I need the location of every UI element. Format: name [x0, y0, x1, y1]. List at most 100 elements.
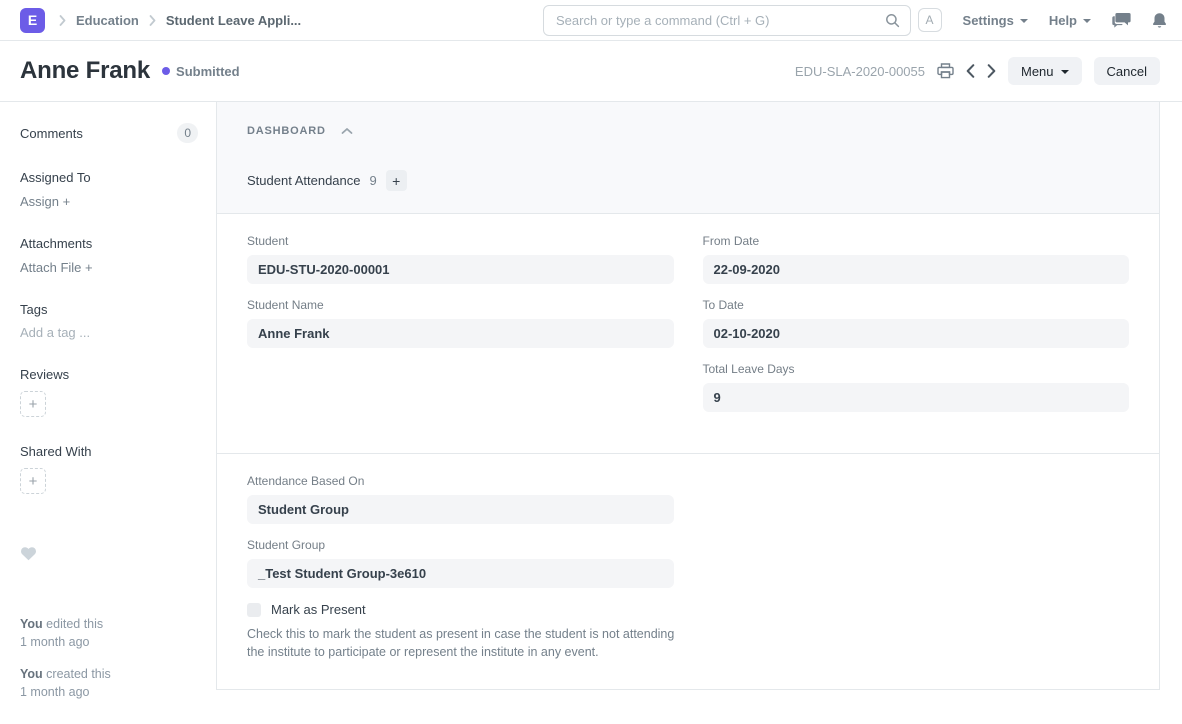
user-avatar[interactable]: A — [918, 8, 942, 32]
settings-dropdown[interactable]: Settings — [963, 13, 1028, 28]
previous-document-icon[interactable] — [966, 64, 975, 78]
app-logo[interactable]: E — [20, 8, 45, 33]
form-layout: Comments 0 Assigned To Assign + Attachme… — [0, 102, 1182, 716]
next-document-icon[interactable] — [987, 64, 996, 78]
chevron-right-icon — [149, 15, 156, 26]
notifications-bell-icon[interactable] — [1152, 12, 1167, 29]
dashboard-toggle[interactable]: DASHBOARD — [247, 125, 1129, 137]
total-leave-days-field: Total Leave Days 9 — [703, 362, 1130, 412]
menu-button[interactable]: Menu — [1008, 57, 1082, 85]
title-area: Anne Frank Submitted — [20, 57, 240, 85]
student-value[interactable]: EDU-STU-2020-00001 — [247, 255, 674, 284]
created-who: You — [20, 667, 43, 681]
status-badge: Submitted — [162, 64, 240, 79]
edited-action: edited this — [43, 617, 103, 631]
created-entry[interactable]: You created this 1 month ago — [20, 666, 198, 701]
created-action: created this — [43, 667, 111, 681]
dashboard-section: DASHBOARD Student Attendance 9 + — [217, 102, 1159, 214]
menu-button-label: Menu — [1021, 64, 1054, 79]
form-body: DASHBOARD Student Attendance 9 + Student… — [216, 102, 1160, 690]
activity-log: You edited this 1 month ago You created … — [20, 616, 198, 701]
student-attendance-link[interactable]: Student Attendance — [247, 173, 360, 188]
status-label: Submitted — [176, 64, 240, 79]
print-icon[interactable] — [937, 63, 954, 79]
page-actions: EDU-SLA-2020-00055 Menu Cancel — [795, 57, 1160, 85]
add-review-button[interactable]: + — [20, 391, 46, 417]
attachments-section: Attachments Attach File + — [20, 236, 198, 275]
cancel-button[interactable]: Cancel — [1094, 57, 1160, 85]
leave-details-section: Student EDU-STU-2020-00001 Student Name … — [217, 214, 1159, 454]
help-dropdown[interactable]: Help — [1049, 13, 1091, 28]
student-group-label: Student Group — [247, 538, 674, 552]
student-group-value[interactable]: _Test Student Group-3e610 — [247, 559, 674, 588]
comments-label: Comments — [20, 126, 83, 141]
share-button[interactable]: + — [20, 468, 46, 494]
student-field: Student EDU-STU-2020-00001 — [247, 234, 674, 284]
comments-count-badge: 0 — [177, 123, 198, 143]
chevron-down-icon — [1083, 19, 1091, 23]
from-date-value[interactable]: 22-09-2020 — [703, 255, 1130, 284]
tags-label: Tags — [20, 302, 198, 317]
page-title: Anne Frank — [20, 57, 150, 85]
mark-as-present-label: Mark as Present — [271, 602, 366, 617]
status-dot — [162, 67, 170, 75]
to-date-value[interactable]: 02-10-2020 — [703, 319, 1130, 348]
navbar-actions: A Settings Help — [918, 8, 1167, 32]
edited-entry[interactable]: You edited this 1 month ago — [20, 616, 198, 651]
assigned-to-section: Assigned To Assign + — [20, 170, 198, 209]
attach-file-button[interactable]: Attach File + — [20, 260, 198, 275]
document-id: EDU-SLA-2020-00055 — [795, 64, 925, 79]
from-date-field: From Date 22-09-2020 — [703, 234, 1130, 284]
add-tag-input[interactable]: Add a tag ... — [20, 325, 198, 340]
global-search — [543, 5, 911, 36]
page-head: Anne Frank Submitted EDU-SLA-2020-00055 … — [0, 41, 1182, 102]
attendance-column: Attendance Based On Student Group Studen… — [247, 474, 674, 662]
settings-label: Settings — [963, 13, 1014, 28]
add-student-attendance-button[interactable]: + — [386, 170, 407, 191]
edited-when: 1 month ago — [20, 634, 198, 652]
attendance-based-on-field: Attendance Based On Student Group — [247, 474, 674, 524]
comments-section[interactable]: Comments 0 — [20, 123, 198, 143]
chevron-right-icon — [59, 15, 66, 26]
attendance-based-on-label: Attendance Based On — [247, 474, 674, 488]
chat-icon[interactable] — [1112, 12, 1131, 28]
edited-who: You — [20, 617, 43, 631]
chevron-down-icon — [1061, 70, 1069, 74]
search-input[interactable] — [556, 13, 885, 28]
left-column: Student EDU-STU-2020-00001 Student Name … — [247, 234, 674, 426]
to-date-label: To Date — [703, 298, 1130, 312]
dashboard-title: DASHBOARD — [247, 125, 326, 137]
to-date-field: To Date 02-10-2020 — [703, 298, 1130, 348]
mark-as-present-checkbox-row[interactable]: Mark as Present — [247, 602, 674, 617]
mark-as-present-description: Check this to mark the student as presen… — [247, 626, 675, 662]
attachments-label: Attachments — [20, 236, 198, 251]
student-label: Student — [247, 234, 674, 248]
assigned-to-label: Assigned To — [20, 170, 198, 185]
student-name-value[interactable]: Anne Frank — [247, 319, 674, 348]
assign-button[interactable]: Assign + — [20, 194, 198, 209]
student-group-field: Student Group _Test Student Group-3e610 — [247, 538, 674, 588]
breadcrumb: Education Student Leave Appli... — [59, 13, 301, 28]
cancel-button-label: Cancel — [1107, 64, 1147, 79]
student-attendance-count: 9 — [369, 173, 376, 188]
student-name-field: Student Name Anne Frank — [247, 298, 674, 348]
tags-section: Tags Add a tag ... — [20, 302, 198, 340]
right-column: From Date 22-09-2020 To Date 02-10-2020 … — [703, 234, 1130, 426]
breadcrumb-education[interactable]: Education — [76, 13, 139, 28]
attendance-section: Attendance Based On Student Group Studen… — [217, 454, 1159, 689]
mark-as-present-checkbox[interactable] — [247, 603, 261, 617]
like-icon[interactable] — [20, 546, 198, 561]
total-leave-days-label: Total Leave Days — [703, 362, 1130, 376]
chevron-up-icon — [341, 127, 353, 135]
form-sidebar: Comments 0 Assigned To Assign + Attachme… — [0, 102, 216, 716]
chevron-down-icon — [1020, 19, 1028, 23]
help-label: Help — [1049, 13, 1077, 28]
attendance-based-on-value[interactable]: Student Group — [247, 495, 674, 524]
navbar: E Education Student Leave Appli... A Set… — [0, 0, 1182, 41]
shared-with-label: Shared With — [20, 444, 198, 459]
shared-with-section: Shared With + — [20, 444, 198, 494]
search-icon — [885, 13, 900, 28]
total-leave-days-value[interactable]: 9 — [703, 383, 1130, 412]
reviews-section: Reviews + — [20, 367, 198, 417]
breadcrumb-student-leave-application[interactable]: Student Leave Appli... — [166, 13, 301, 28]
